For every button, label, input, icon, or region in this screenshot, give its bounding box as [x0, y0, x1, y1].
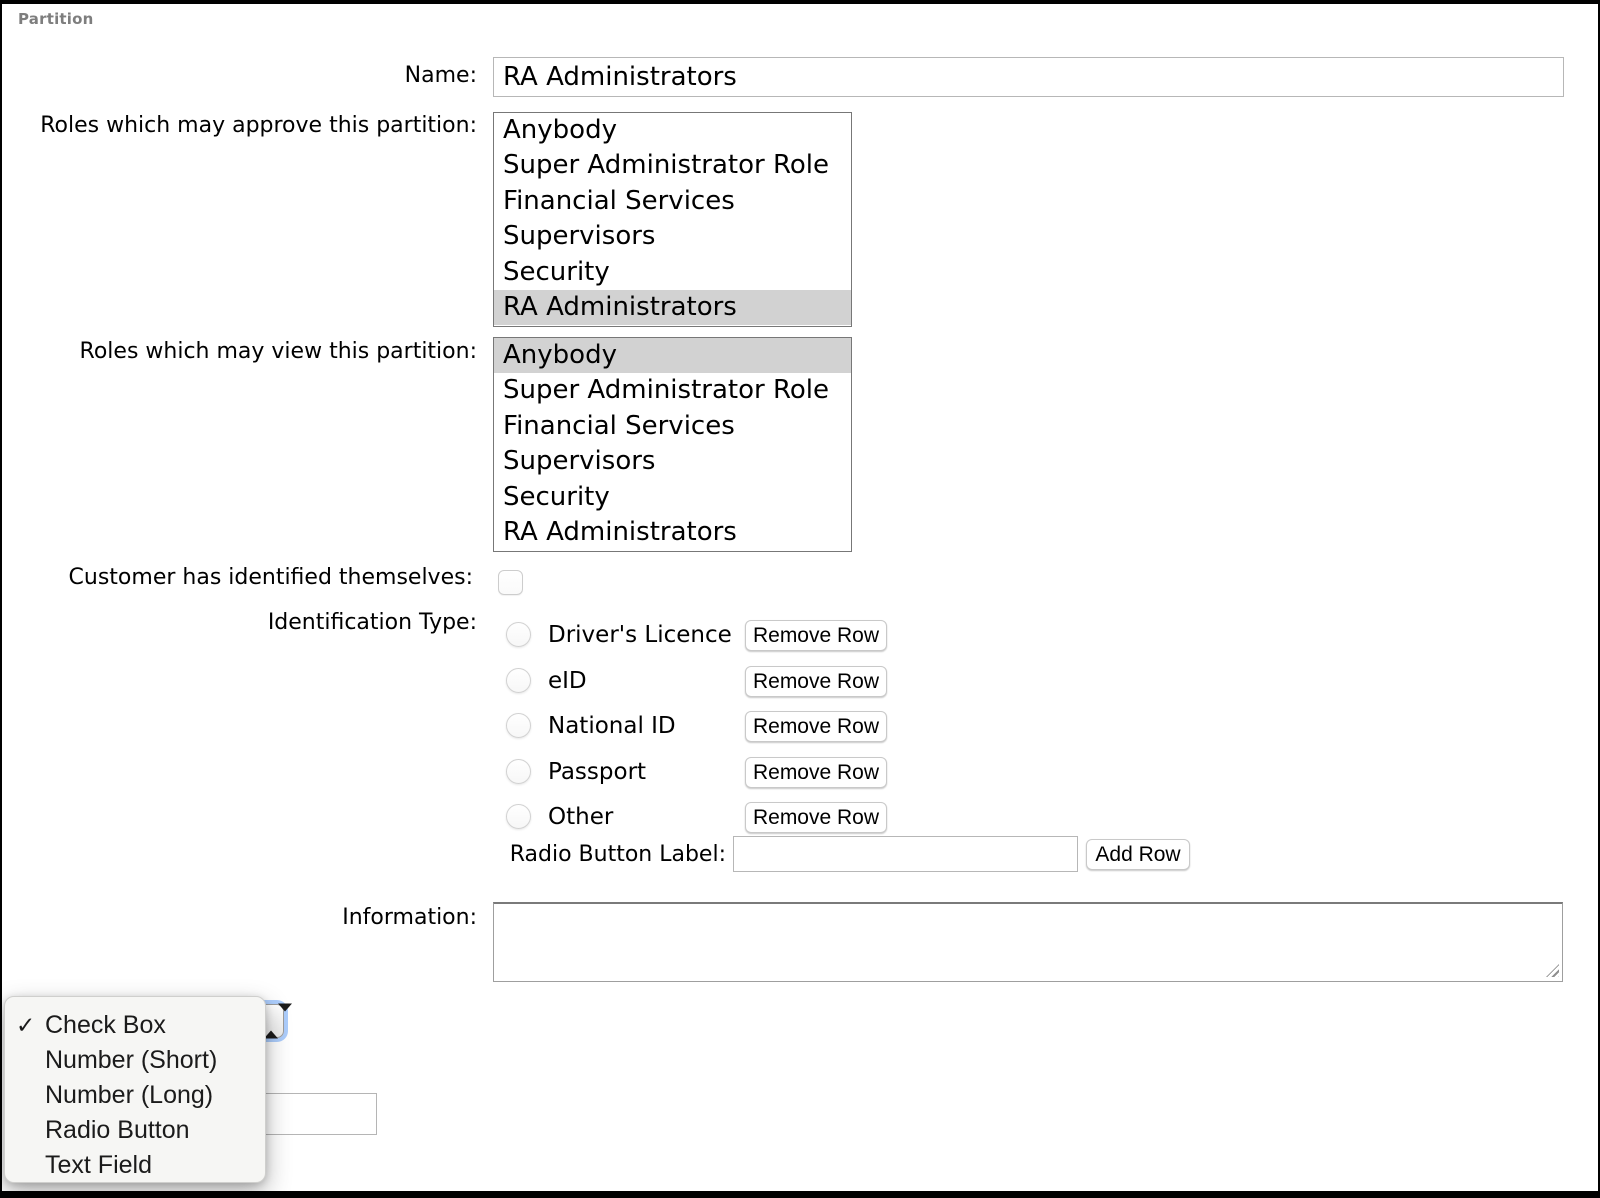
listbox-option[interactable]: Anybody — [494, 113, 851, 148]
radio-label: eID — [548, 666, 587, 696]
menu-item[interactable]: Radio Button — [5, 1113, 265, 1148]
menu-item[interactable]: Number (Long) — [5, 1078, 265, 1113]
listbox-option[interactable]: Financial Services — [494, 184, 851, 219]
identification-type-label: Identification Type: — [20, 609, 477, 637]
remove-row-button[interactable]: Remove Row — [745, 666, 887, 697]
listbox-option[interactable]: Super Administrator Role — [494, 373, 851, 408]
view-roles-listbox[interactable]: Anybody Super Administrator Role Financi… — [493, 337, 852, 552]
menu-item-label: Text Field — [45, 1151, 152, 1179]
radio-button[interactable] — [506, 713, 531, 738]
remove-row-button[interactable]: Remove Row — [745, 711, 887, 742]
listbox-option[interactable]: Supervisors — [494, 219, 851, 254]
listbox-option[interactable]: RA Administrators — [494, 515, 851, 550]
radio-button[interactable] — [506, 668, 531, 693]
approve-roles-listbox[interactable]: Anybody Super Administrator Role Financi… — [493, 112, 852, 327]
menu-item[interactable]: ✓ Check Box — [5, 1008, 265, 1043]
listbox-option[interactable]: Security — [494, 480, 851, 515]
radio-button[interactable] — [506, 804, 531, 829]
radio-label: Driver's Licence — [548, 620, 732, 650]
menu-item-label: Number (Short) — [45, 1046, 217, 1074]
checkmark-icon: ✓ — [16, 1008, 42, 1043]
listbox-option[interactable]: Anybody — [494, 338, 851, 373]
frame-border-top — [0, 0, 1600, 4]
menu-item-label: Number (Long) — [45, 1081, 213, 1109]
radio-label: Passport — [548, 757, 646, 787]
field-type-dropdown-menu: ✓ Check Box Number (Short) Number (Long)… — [4, 996, 266, 1183]
radio-button[interactable] — [506, 759, 531, 784]
listbox-option[interactable]: Super Administrator Role — [494, 148, 851, 183]
listbox-option[interactable]: Financial Services — [494, 409, 851, 444]
listbox-option[interactable]: RA Administrators — [494, 290, 851, 325]
menu-item-label: Check Box — [45, 1011, 166, 1039]
page-title: Partition — [18, 10, 94, 28]
add-row-button[interactable]: Add Row — [1086, 839, 1190, 870]
frame-border-bottom — [0, 1191, 1600, 1198]
name-label: Name: — [20, 56, 477, 96]
menu-item[interactable]: Number (Short) — [5, 1043, 265, 1078]
customer-identified-checkbox[interactable] — [498, 570, 523, 595]
radio-button-label-input[interactable] — [733, 836, 1078, 872]
information-textarea[interactable] — [493, 902, 1563, 982]
name-input[interactable] — [493, 57, 1564, 97]
radio-button-label-label: Radio Button Label: — [400, 840, 726, 870]
customer-identified-label: Customer has identified themselves: — [20, 564, 473, 592]
remove-row-button[interactable]: Remove Row — [745, 757, 887, 788]
listbox-option[interactable]: Supervisors — [494, 444, 851, 479]
remove-row-button[interactable]: Remove Row — [745, 802, 887, 833]
menu-item[interactable]: Text Field — [5, 1148, 265, 1183]
remove-row-button[interactable]: Remove Row — [745, 620, 887, 651]
view-roles-label: Roles which may view this partition: — [20, 338, 477, 366]
radio-button[interactable] — [506, 622, 531, 647]
partition-form-page: Partition Name: Roles which may approve … — [0, 0, 1600, 1198]
information-label: Information: — [20, 905, 477, 931]
radio-label: National ID — [548, 711, 676, 741]
frame-border-left — [0, 0, 2, 1198]
approve-roles-label: Roles which may approve this partition: — [20, 112, 477, 140]
stepper-icon — [264, 1012, 278, 1031]
listbox-option[interactable]: Security — [494, 255, 851, 290]
menu-item-label: Radio Button — [45, 1116, 190, 1144]
radio-label: Other — [548, 802, 613, 832]
